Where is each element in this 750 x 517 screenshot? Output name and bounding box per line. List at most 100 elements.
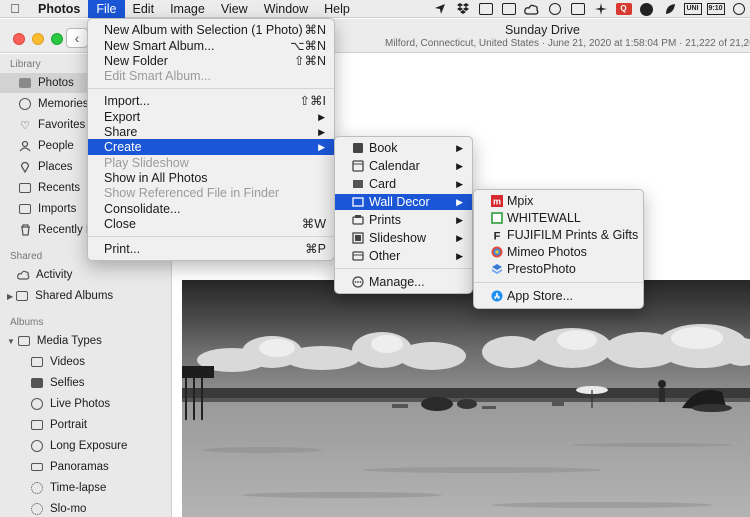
menu-help[interactable]: Help	[316, 0, 358, 18]
menu-item-card[interactable]: Card ▶	[335, 176, 472, 192]
sidebar-item-label: Portrait	[50, 419, 88, 431]
sidebar-item-slo-mo[interactable]: Slo-mo	[0, 499, 170, 517]
shortcut-label: ⌘N	[304, 23, 326, 37]
apple-icon[interactable]: 	[0, 1, 30, 16]
menu-item-prestophoto[interactable]: PrestoPhoto	[474, 261, 643, 277]
sidebar-item-panoramas[interactable]: Panoramas	[0, 457, 170, 477]
red-app-icon[interactable]: Q	[612, 0, 635, 18]
menu-item-create[interactable]: Create ▶	[88, 139, 334, 155]
menu-window[interactable]: Window	[256, 0, 316, 18]
menu-item-new-smart-album[interactable]: New Smart Album... ⌥⌘N	[88, 38, 334, 54]
menu-item-label: Show in All Photos	[104, 171, 208, 185]
zoom-window-button[interactable]	[51, 33, 63, 45]
menu-item-label: Other	[369, 249, 401, 263]
submenu-arrow-icon: ▶	[456, 161, 463, 171]
menu-image[interactable]: Image	[162, 0, 213, 18]
sidebar-item-label: Media Types	[36, 335, 102, 347]
menu-item-book[interactable]: Book ▶	[335, 140, 472, 156]
sidebar-item-label: Recents	[38, 182, 81, 194]
slideshow-icon	[351, 232, 364, 244]
menu-item-show-in-all-photos[interactable]: Show in All Photos	[88, 170, 334, 186]
leaf-icon[interactable]	[658, 0, 681, 18]
sync-icon[interactable]	[497, 0, 520, 18]
sidebar-item-time-lapse[interactable]: Time-lapse	[0, 478, 170, 498]
menu-item-label: Export	[104, 110, 141, 124]
sidebar-item-long-exposure[interactable]: Long Exposure	[0, 436, 170, 456]
disclosure-right-icon[interactable]: ▶	[7, 292, 13, 301]
mimeo-icon	[490, 246, 503, 258]
menu-item-close[interactable]: Close ⌘W	[88, 216, 334, 232]
menu-item-new-folder[interactable]: New Folder ⇧⌘N	[88, 53, 334, 69]
submenu-arrow-icon: ▶	[456, 179, 463, 189]
menu-item-other[interactable]: Other ▶	[335, 248, 472, 264]
vpn-icon[interactable]	[566, 0, 589, 18]
menu-item-fujifilm[interactable]: F FUJIFILM Prints & Gifts	[474, 227, 643, 243]
heart-icon: ♡	[20, 119, 30, 132]
menu-item-label: Play Slideshow	[104, 156, 189, 170]
shortcut-label: ⌘W	[301, 217, 326, 231]
cube-icon	[30, 419, 44, 432]
sidebar-item-live-photos[interactable]: Live Photos	[0, 394, 170, 414]
back-button[interactable]: ‹	[66, 28, 88, 48]
menu-item-manage[interactable]: Manage...	[335, 274, 472, 290]
sidebar-item-label: Panoramas	[50, 461, 109, 473]
hhmm-app-icon[interactable]: 9:10	[704, 0, 727, 18]
menu-item-slideshow[interactable]: Slideshow ▶	[335, 230, 472, 246]
menu-view[interactable]: View	[213, 0, 256, 18]
menu-item-prints[interactable]: Prints ▶	[335, 212, 472, 228]
minimize-window-button[interactable]	[32, 33, 44, 45]
menu-item-label: Calendar	[369, 159, 420, 173]
submenu-arrow-icon: ▶	[318, 142, 325, 152]
menu-item-consolidate[interactable]: Consolidate...	[88, 201, 334, 217]
sidebar-item-label: Live Photos	[50, 398, 111, 410]
menu-item-calendar[interactable]: Calendar ▶	[335, 158, 472, 174]
fujifilm-icon: F	[490, 229, 503, 242]
submenu-arrow-icon: ▶	[318, 112, 325, 122]
sidebar-item-label: Slo-mo	[50, 503, 87, 515]
sidebar-item-videos[interactable]: Videos	[0, 352, 170, 372]
menu-item-print[interactable]: Print... ⌘P	[88, 241, 334, 257]
menu-item-whitewall[interactable]: WHITEWALL	[474, 210, 643, 226]
menu-edit[interactable]: Edit	[125, 0, 163, 18]
person-icon	[18, 140, 32, 153]
disclosure-down-icon[interactable]: ▼	[7, 337, 15, 346]
menu-item-new-album[interactable]: New Album with Selection (1 Photo) ⌘N	[88, 22, 334, 38]
time-machine-icon[interactable]	[727, 0, 750, 18]
sidebar-item-activity[interactable]: Activity	[0, 265, 170, 285]
menu-item-label: Prints	[369, 213, 401, 227]
sidebar-item-shared-albums[interactable]: ▶ Shared Albums	[0, 286, 170, 306]
other-icon	[351, 250, 364, 262]
svg-text:m: m	[492, 197, 500, 207]
sidebar-item-media-types[interactable]: ▼ Media Types	[0, 331, 170, 351]
menu-item-app-store[interactable]: App Store...	[474, 288, 643, 304]
cloud-icon[interactable]	[520, 0, 543, 18]
location-arrow-icon[interactable]	[428, 0, 451, 18]
menu-item-label: Slideshow	[369, 231, 426, 245]
lastpass-icon[interactable]	[543, 0, 566, 18]
menu-photos[interactable]: Photos	[30, 0, 88, 18]
menu-item-share[interactable]: Share ▶	[88, 124, 334, 140]
dropbox-icon[interactable]	[451, 0, 474, 18]
ichat-icon[interactable]	[474, 0, 497, 18]
menu-item-import[interactable]: Import... ⇧⌘I	[88, 93, 334, 109]
uni-input-icon[interactable]: UNI	[681, 0, 704, 18]
menu-item-mpix[interactable]: m Mpix	[474, 193, 643, 209]
menu-item-label: FUJIFILM Prints & Gifts	[507, 228, 639, 242]
prestophoto-icon	[490, 263, 503, 275]
menu-item-export[interactable]: Export ▶	[88, 109, 334, 125]
evernote-icon[interactable]	[635, 0, 658, 18]
close-window-button[interactable]	[13, 33, 25, 45]
folder-icon	[17, 335, 31, 348]
sidebar-item-label: Shared Albums	[35, 290, 114, 302]
sidebar-item-selfies[interactable]: Selfies	[0, 373, 170, 393]
pin-icon	[18, 161, 32, 174]
sidebar-item-portrait[interactable]: Portrait	[0, 415, 170, 435]
menu-item-wall-decor[interactable]: Wall Decor ▶	[335, 194, 472, 210]
fan-icon[interactable]	[589, 0, 612, 18]
menu-item-mimeo[interactable]: Mimeo Photos	[474, 244, 643, 260]
sidebar-item-label: Activity	[36, 269, 73, 281]
ellipsis-icon	[351, 276, 364, 288]
menu-file[interactable]: File	[88, 0, 125, 18]
beach-photo[interactable]	[182, 280, 750, 517]
sidebar-item-label: Selfies	[50, 377, 85, 389]
